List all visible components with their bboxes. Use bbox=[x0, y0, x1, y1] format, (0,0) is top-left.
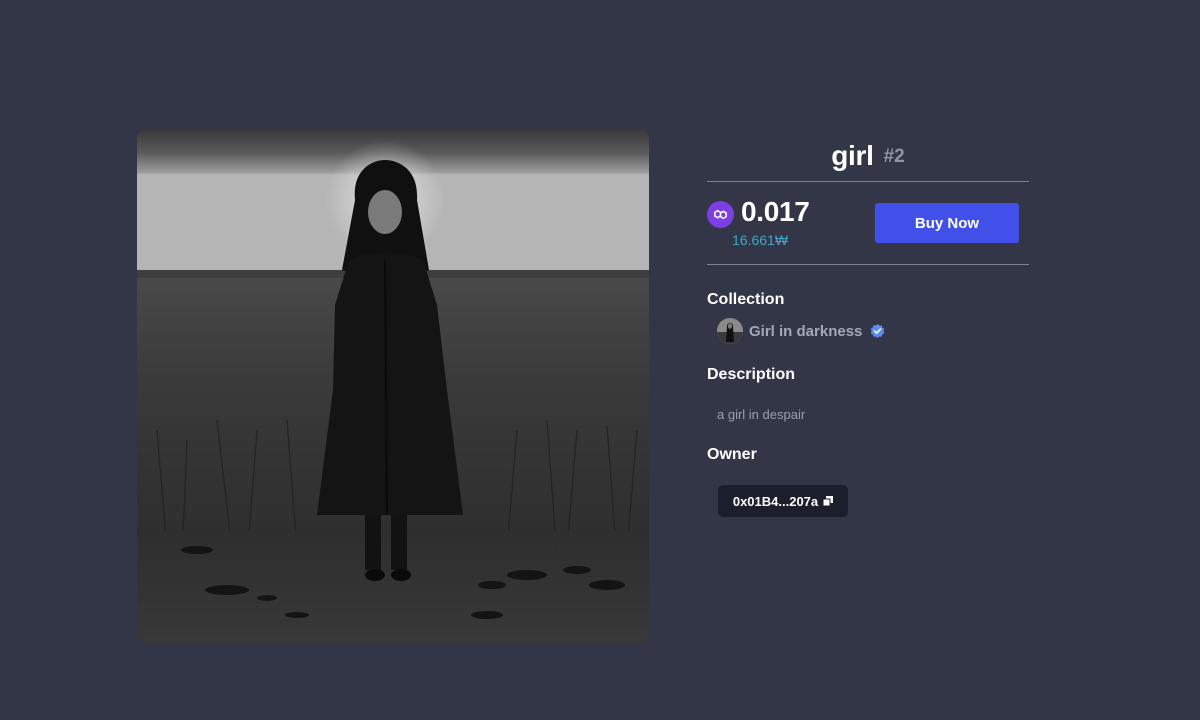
collection-name: Girl in darkness bbox=[749, 322, 863, 340]
price-section: 0.017 16.661₩ Buy Now bbox=[707, 182, 1029, 264]
collection-link[interactable]: Girl in darkness bbox=[717, 318, 886, 344]
verified-badge-icon bbox=[871, 323, 885, 338]
polygon-icon bbox=[707, 201, 734, 228]
nft-detail-page: girl #2 0.017 16.661₩ Buy Now Collection bbox=[0, 0, 1200, 720]
nft-details-panel: girl #2 0.017 16.661₩ Buy Now Collection bbox=[707, 130, 1029, 517]
collection-heading: Collection bbox=[707, 291, 785, 308]
divider-bottom bbox=[707, 264, 1029, 265]
nft-token-id: #2 bbox=[883, 145, 905, 167]
nft-name: girl bbox=[831, 139, 874, 171]
buy-now-button[interactable]: Buy Now bbox=[875, 203, 1019, 243]
collection-avatar bbox=[717, 318, 743, 344]
artwork-illustration bbox=[137, 130, 649, 643]
owner-address: 0x01B4...207a bbox=[732, 493, 819, 509]
owner-heading: Owner bbox=[707, 446, 757, 463]
nft-title: girl #2 bbox=[707, 130, 1029, 181]
nft-artwork-image[interactable] bbox=[137, 130, 649, 643]
price-fiat: 16.661₩ bbox=[732, 232, 789, 248]
description-heading: Description bbox=[707, 366, 796, 383]
copy-icon bbox=[823, 496, 834, 506]
description-text: a girl in despair bbox=[717, 407, 806, 422]
price-amount: 0.017 bbox=[741, 196, 810, 227]
owner-address-copy-button[interactable]: 0x01B4...207a bbox=[718, 485, 848, 517]
